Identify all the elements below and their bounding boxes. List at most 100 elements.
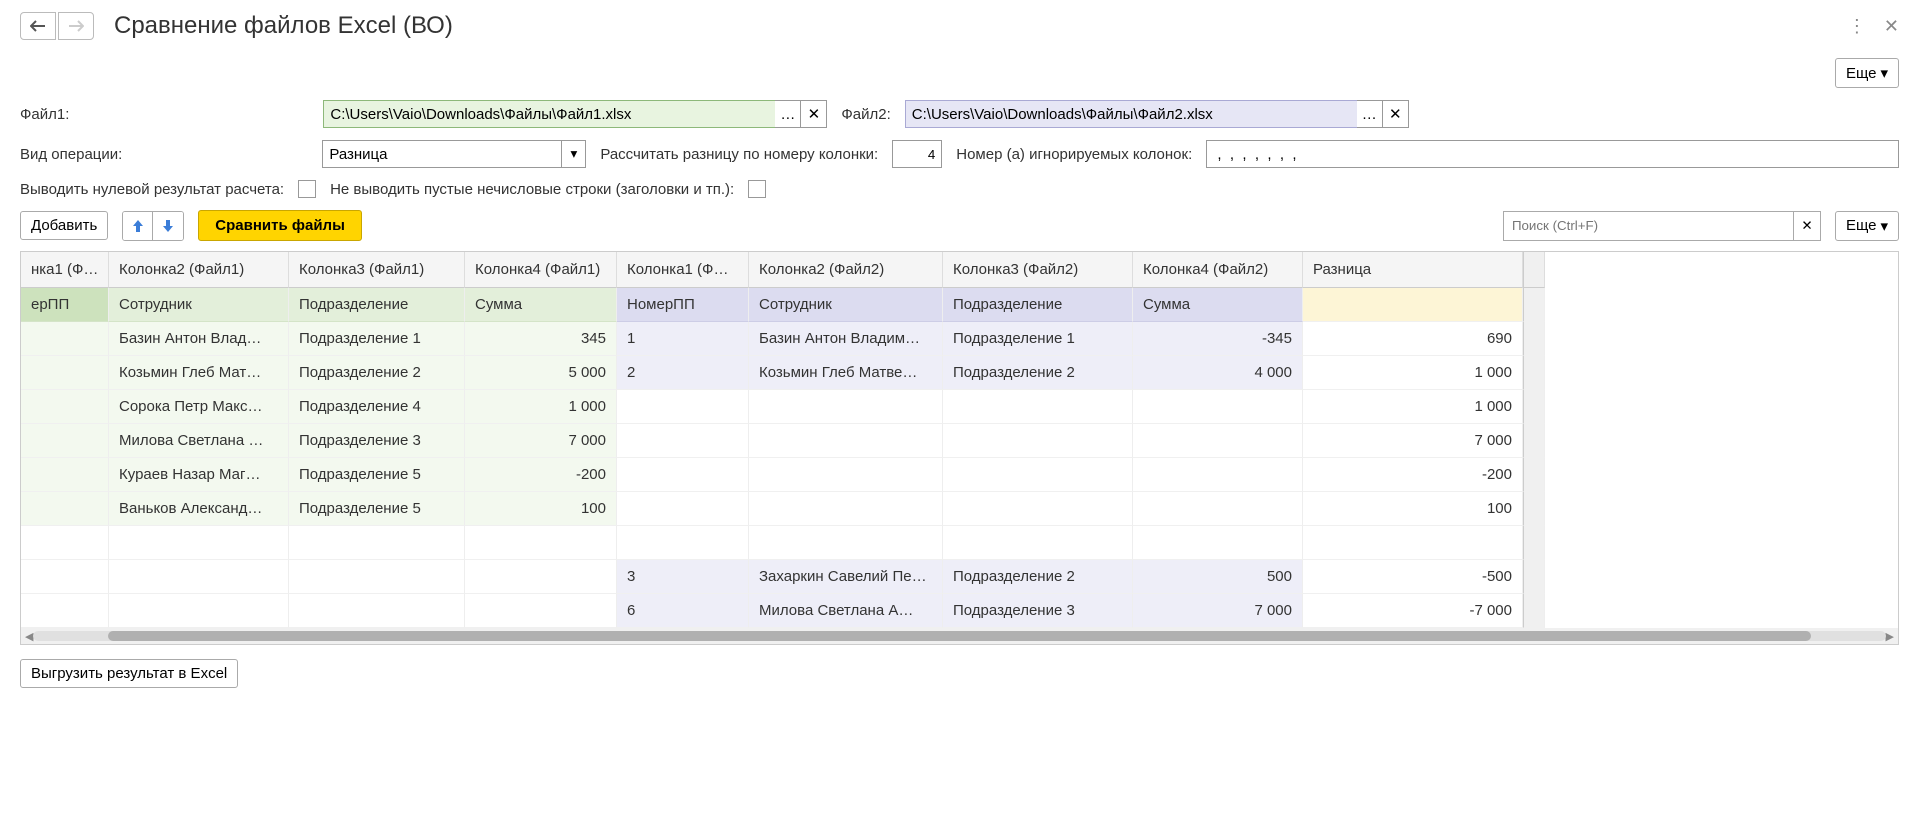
column-header[interactable]: Колонка2 (Файл1) — [109, 252, 289, 288]
table-cell[interactable]: 6 — [617, 594, 749, 628]
table-cell[interactable]: 100 — [465, 492, 617, 526]
table-cell[interactable] — [943, 424, 1133, 458]
close-icon[interactable]: ✕ — [1884, 16, 1899, 37]
table-cell[interactable] — [465, 594, 617, 628]
ignore-cols-input[interactable] — [1206, 140, 1899, 168]
file1-clear-button[interactable]: ✕ — [801, 100, 827, 128]
table-cell[interactable] — [21, 492, 109, 526]
search-clear-button[interactable]: ✕ — [1793, 211, 1821, 241]
add-button[interactable]: Добавить — [20, 211, 108, 240]
scroll-left-icon[interactable]: ◀ — [25, 630, 33, 643]
column-header[interactable]: Разница — [1303, 252, 1523, 288]
calc-col-input[interactable] — [892, 140, 942, 168]
table-cell[interactable] — [465, 560, 617, 594]
table-cell[interactable] — [617, 458, 749, 492]
table-cell[interactable]: 4 000 — [1133, 356, 1303, 390]
table-cell[interactable]: 100 — [1303, 492, 1523, 526]
table-cell[interactable] — [1133, 458, 1303, 492]
table-cell[interactable]: 1 000 — [465, 390, 617, 424]
search-input[interactable] — [1503, 211, 1793, 241]
table-cell[interactable] — [21, 424, 109, 458]
table-cell[interactable]: 1 000 — [1303, 356, 1523, 390]
table-cell[interactable]: 500 — [1133, 560, 1303, 594]
move-up-button[interactable] — [123, 212, 153, 240]
nav-forward-button[interactable] — [58, 12, 94, 40]
vertical-scrollbar[interactable] — [1523, 252, 1545, 288]
table-cell[interactable]: -345 — [1133, 322, 1303, 356]
horizontal-scrollbar[interactable]: ◀ ▶ — [21, 628, 1898, 644]
header-data-cell[interactable]: Подразделение — [289, 288, 465, 322]
table-cell[interactable] — [749, 492, 943, 526]
table-cell[interactable]: Базин Антон Владим… — [749, 322, 943, 356]
table-cell[interactable]: 1 — [617, 322, 749, 356]
table-cell[interactable]: 345 — [465, 322, 617, 356]
table-cell[interactable]: -7 000 — [1303, 594, 1523, 628]
compare-button[interactable]: Сравнить файлы — [198, 210, 362, 241]
column-header[interactable]: Колонка2 (Файл2) — [749, 252, 943, 288]
scroll-right-icon[interactable]: ▶ — [1886, 630, 1894, 643]
table-cell[interactable]: Милова Светлана … — [109, 424, 289, 458]
table-cell[interactable]: Захаркин Савелий Пе… — [749, 560, 943, 594]
column-header[interactable]: Колонка3 (Файл1) — [289, 252, 465, 288]
table-cell[interactable] — [943, 526, 1133, 560]
table-cell[interactable] — [943, 458, 1133, 492]
table-cell[interactable]: Подразделение 1 — [943, 322, 1133, 356]
operation-dropdown-button[interactable]: ▾ — [562, 140, 586, 168]
header-data-cell[interactable]: Сумма — [1133, 288, 1303, 322]
file1-input[interactable] — [323, 100, 775, 128]
table-cell[interactable]: 7 000 — [465, 424, 617, 458]
table-cell[interactable]: Базин Антон Влад… — [109, 322, 289, 356]
empty-rows-checkbox[interactable] — [748, 180, 766, 198]
table-cell[interactable]: -500 — [1303, 560, 1523, 594]
table-cell[interactable] — [289, 594, 465, 628]
table-cell[interactable]: Подразделение 3 — [943, 594, 1133, 628]
table-cell[interactable]: 7 000 — [1133, 594, 1303, 628]
table-cell[interactable]: Кураев Назар Маг… — [109, 458, 289, 492]
table-cell[interactable]: 5 000 — [465, 356, 617, 390]
table-cell[interactable]: Подразделение 2 — [289, 356, 465, 390]
more-menu-icon[interactable]: ⋮ — [1848, 16, 1866, 37]
table-cell[interactable] — [109, 594, 289, 628]
operation-select[interactable] — [322, 140, 562, 168]
table-cell[interactable]: 7 000 — [1303, 424, 1523, 458]
table-cell[interactable]: Подразделение 2 — [943, 356, 1133, 390]
column-header[interactable]: Колонка3 (Файл2) — [943, 252, 1133, 288]
table-cell[interactable] — [1133, 390, 1303, 424]
table-cell[interactable]: Подразделение 3 — [289, 424, 465, 458]
table-cell[interactable] — [21, 526, 109, 560]
table-cell[interactable]: Ваньков Александ… — [109, 492, 289, 526]
table-cell[interactable] — [1303, 526, 1523, 560]
column-header[interactable]: Колонка1 (Ф… — [617, 252, 749, 288]
header-data-cell[interactable]: Сумма — [465, 288, 617, 322]
table-cell[interactable]: Подразделение 5 — [289, 458, 465, 492]
table-cell[interactable]: Сорока Петр Макс… — [109, 390, 289, 424]
table-cell[interactable]: Козьмин Глеб Матве… — [749, 356, 943, 390]
header-data-cell[interactable]: Сотрудник — [109, 288, 289, 322]
zero-result-checkbox[interactable] — [298, 180, 316, 198]
table-cell[interactable] — [749, 458, 943, 492]
table-cell[interactable] — [289, 526, 465, 560]
column-header[interactable]: нка1 (Ф… — [21, 252, 109, 288]
table-cell[interactable] — [617, 390, 749, 424]
table-cell[interactable] — [109, 560, 289, 594]
table-cell[interactable] — [617, 424, 749, 458]
more-button[interactable]: Еще ▾ — [1835, 58, 1899, 88]
file1-browse-button[interactable]: … — [775, 100, 801, 128]
table-cell[interactable] — [21, 390, 109, 424]
file2-input[interactable] — [905, 100, 1357, 128]
table-cell[interactable]: 690 — [1303, 322, 1523, 356]
table-cell[interactable] — [465, 526, 617, 560]
table-cell[interactable]: 3 — [617, 560, 749, 594]
header-data-cell[interactable]: ерПП — [21, 288, 109, 322]
table-cell[interactable] — [1133, 526, 1303, 560]
table-cell[interactable]: Подразделение 4 — [289, 390, 465, 424]
header-data-cell[interactable] — [1303, 288, 1523, 322]
table-cell[interactable] — [21, 458, 109, 492]
table-cell[interactable] — [21, 560, 109, 594]
table-cell[interactable]: Подразделение 1 — [289, 322, 465, 356]
table-cell[interactable]: Подразделение 5 — [289, 492, 465, 526]
file2-browse-button[interactable]: … — [1357, 100, 1383, 128]
table-cell[interactable] — [749, 390, 943, 424]
table-cell[interactable] — [943, 390, 1133, 424]
move-down-button[interactable] — [153, 212, 183, 240]
